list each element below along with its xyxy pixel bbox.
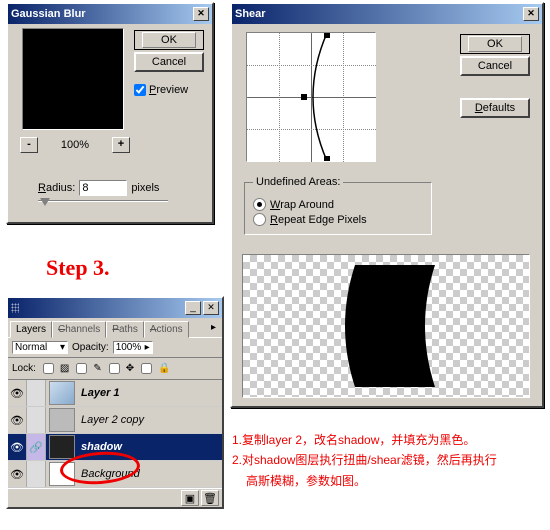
layer-footer: ▣ 🗑: [8, 488, 222, 507]
panel-titlebar[interactable]: _ ✕: [8, 298, 222, 318]
lock-paint[interactable]: [76, 363, 87, 374]
group-label: Undefined Areas:: [253, 176, 343, 188]
gaussian-blur-dialog: Gaussian Blur ✕ OK Cancel Preview - 100%…: [6, 2, 214, 224]
wrap-around-radio[interactable]: Wrap Around: [253, 198, 423, 211]
shear-preview: [242, 254, 530, 398]
cancel-button[interactable]: Cancel: [134, 52, 204, 72]
layer-thumbnail: [49, 462, 75, 486]
radius-input[interactable]: 8: [79, 180, 127, 196]
titlebar[interactable]: Gaussian Blur ✕: [8, 4, 212, 24]
blend-mode-select[interactable]: Normal▾: [12, 341, 68, 354]
tab-actions[interactable]: Actions: [144, 321, 189, 338]
ok-button[interactable]: OK: [134, 30, 204, 50]
dialog-title: Gaussian Blur: [11, 8, 86, 20]
layer-name[interactable]: Background: [78, 468, 222, 480]
transparency-icon: ▨: [60, 363, 69, 374]
close-icon[interactable]: ✕: [523, 7, 539, 21]
lock-position[interactable]: [109, 363, 120, 374]
panel-menu-icon[interactable]: ▸: [207, 320, 220, 337]
close-icon[interactable]: ✕: [203, 301, 219, 315]
layer-thumbnail: [49, 435, 75, 459]
undefined-areas-group: Undefined Areas: Wrap Around Repeat Edge…: [244, 176, 432, 235]
link-cell[interactable]: [27, 407, 46, 433]
grip-icon[interactable]: [11, 303, 19, 313]
tab-layers[interactable]: Layers: [10, 321, 52, 338]
repeat-edge-radio[interactable]: Repeat Edge Pixels: [253, 213, 423, 226]
layer-row-selected[interactable]: 👁 🔗 shadow: [8, 434, 222, 461]
tab-paths[interactable]: Paths: [106, 321, 144, 338]
layer-name[interactable]: Layer 1: [78, 387, 222, 399]
layer-row[interactable]: 👁 Layer 2 copy: [8, 407, 222, 434]
layer-row[interactable]: 👁 Background: [8, 461, 222, 488]
close-icon[interactable]: ✕: [193, 7, 209, 21]
new-layer-icon[interactable]: ▣: [181, 490, 199, 506]
instruction-line: 1.复制layer 2，改名shadow，并填充为黑色。: [232, 430, 542, 450]
lock-all[interactable]: [141, 363, 152, 374]
radius-unit: pixels: [131, 182, 159, 194]
tab-channels[interactable]: Channels: [52, 321, 106, 338]
instructions-text: 1.复制layer 2，改名shadow，并填充为黑色。 2.对shadow图层…: [232, 430, 542, 491]
zoom-percent: 100%: [61, 139, 89, 151]
visibility-icon[interactable]: 👁: [8, 380, 27, 406]
dialog-title: Shear: [235, 8, 266, 20]
lock-transparency[interactable]: [43, 363, 54, 374]
blur-preview-area: [22, 28, 124, 130]
link-cell[interactable]: [27, 380, 46, 406]
brush-icon: ✎: [93, 363, 101, 374]
shear-grid[interactable]: [246, 32, 376, 162]
shear-dialog: Shear ✕ OK Cancel Defaults Undefined Are…: [230, 2, 544, 408]
lock-label: Lock:: [12, 363, 36, 374]
layer-row[interactable]: 👁 Layer 1: [8, 380, 222, 407]
defaults-button[interactable]: Defaults: [460, 98, 530, 118]
ok-button[interactable]: OK: [460, 34, 530, 54]
layer-name[interactable]: shadow: [78, 441, 222, 453]
link-cell[interactable]: [27, 461, 46, 487]
layer-thumbnail: [49, 381, 75, 405]
step-label: Step 3.: [46, 255, 110, 281]
instruction-line: 高斯模糊，参数如图。: [232, 471, 542, 491]
panel-tabs: Layers Channels Paths Actions ▸: [8, 318, 222, 337]
zoom-in-button[interactable]: +: [112, 137, 130, 153]
move-icon: ✥: [126, 363, 134, 374]
layer-name[interactable]: Layer 2 copy: [78, 414, 222, 426]
titlebar[interactable]: Shear ✕: [232, 4, 542, 24]
minimize-icon[interactable]: _: [185, 301, 201, 315]
zoom-out-button[interactable]: -: [20, 137, 38, 153]
delete-layer-icon[interactable]: 🗑: [201, 490, 219, 506]
visibility-icon[interactable]: 👁: [8, 461, 27, 487]
opacity-label: Opacity:: [72, 342, 109, 353]
cancel-button[interactable]: Cancel: [460, 56, 530, 76]
layers-panel: _ ✕ Layers Channels Paths Actions ▸ Norm…: [6, 296, 224, 509]
layer-thumbnail: [49, 408, 75, 432]
preview-checkbox[interactable]: Preview: [134, 84, 188, 96]
visibility-icon[interactable]: 👁: [8, 434, 27, 460]
layer-list: 👁 Layer 1 👁 Layer 2 copy 👁 🔗 shadow 👁 Ba…: [8, 379, 222, 488]
radius-slider[interactable]: [38, 200, 168, 210]
link-cell[interactable]: 🔗: [27, 434, 46, 460]
lock-icon: 🔒: [158, 363, 170, 374]
sheared-shape: [335, 263, 445, 389]
radius-label: Radius:: [38, 182, 75, 194]
opacity-input[interactable]: 100%▸: [113, 341, 153, 354]
instruction-line: 2.对shadow图层执行扭曲/shear滤镜，然后再执行: [232, 450, 542, 470]
visibility-icon[interactable]: 👁: [8, 407, 27, 433]
